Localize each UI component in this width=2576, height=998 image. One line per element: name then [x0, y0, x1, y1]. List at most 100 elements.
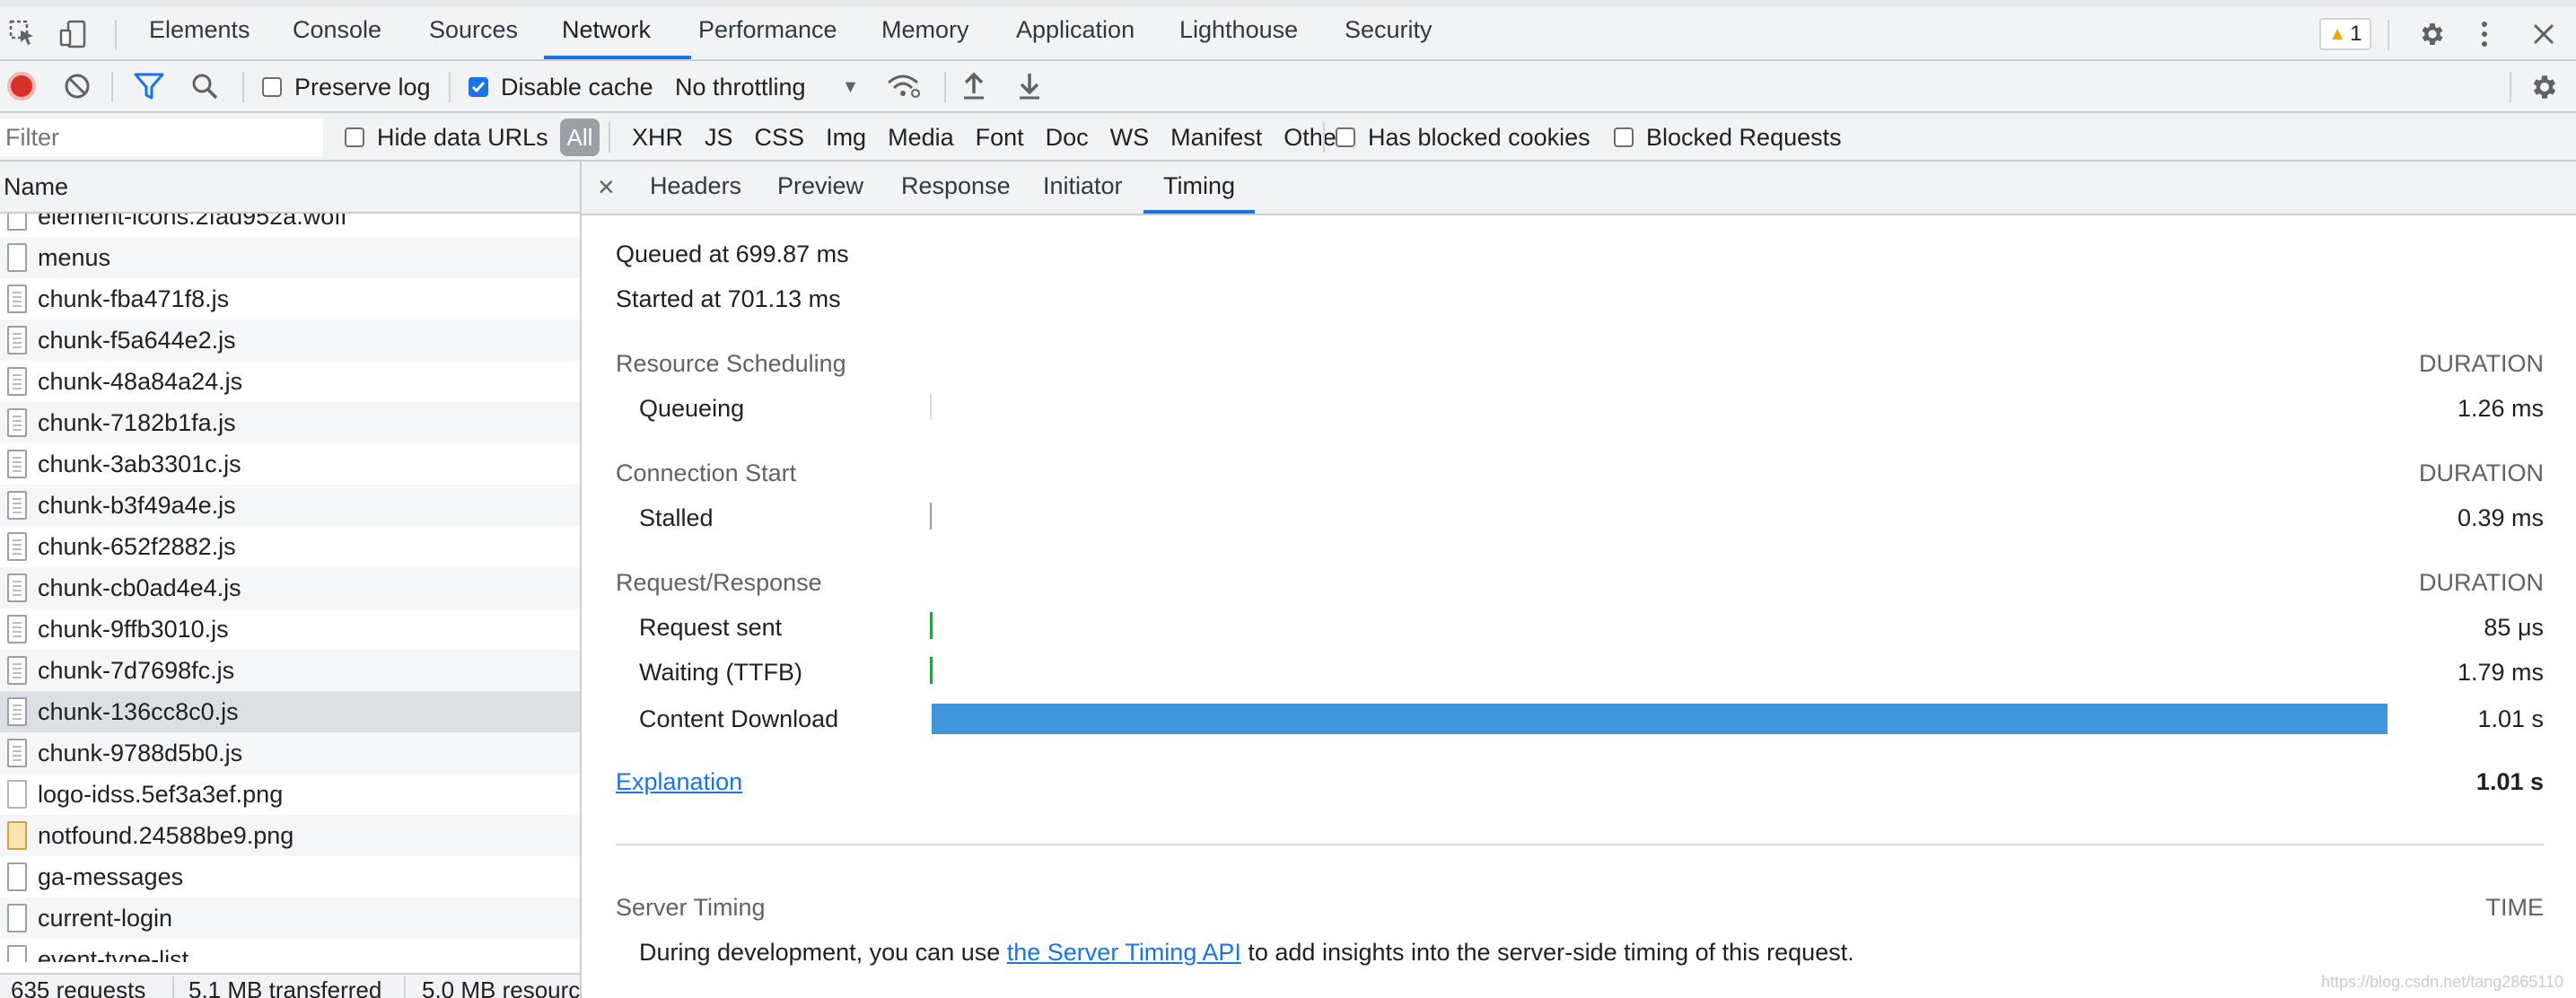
status-requests: 635 requests [11, 976, 146, 998]
timing-row-label: Content Download [639, 705, 839, 732]
timing-row-value: 0.39 ms [2457, 504, 2544, 531]
blocked-requests-checkbox[interactable]: Blocked Requests [1614, 118, 1842, 156]
type-filter-ws[interactable]: WS [1100, 124, 1161, 152]
status-transferred: 5.1 MB transferred [188, 976, 382, 998]
document-file-icon [7, 945, 27, 962]
server-timing-text-before: During development, you can use [639, 939, 1007, 966]
tab-performance[interactable]: Performance [698, 16, 837, 44]
request-name: chunk-7182b1fa.js [38, 408, 236, 436]
type-filter-img[interactable]: Img [815, 124, 877, 152]
type-filter-doc[interactable]: Doc [1035, 124, 1100, 152]
filter-input[interactable] [0, 118, 323, 156]
name-column-header[interactable]: Name [0, 162, 580, 214]
request-row[interactable]: chunk-652f2882.js [0, 526, 580, 567]
request-row[interactable]: logo-idss.5ef3a3ef.png [0, 774, 580, 815]
settings-gear-icon[interactable] [2418, 20, 2447, 48]
request-row[interactable]: menus [0, 237, 580, 278]
detail-tab-response[interactable]: Response [901, 172, 1011, 200]
filter-funnel-icon[interactable] [133, 72, 165, 101]
preserve-log-box[interactable] [262, 77, 282, 97]
more-options-icon[interactable] [2479, 20, 2490, 48]
network-conditions-icon[interactable] [885, 72, 921, 101]
image-file-icon [7, 821, 27, 850]
duration-column-label: DURATION [2419, 569, 2544, 596]
request-name: chunk-7d7698fc.js [38, 656, 235, 684]
explanation-link[interactable]: Explanation [616, 768, 742, 796]
started-at: Started at 701.13 ms [616, 285, 841, 312]
server-timing-api-link[interactable]: the Server Timing API [1007, 939, 1241, 966]
device-toolbar-icon[interactable] [59, 20, 88, 48]
type-filter-js[interactable]: JS [694, 124, 744, 152]
preserve-log-checkbox[interactable]: Preserve log [262, 70, 431, 104]
script-file-icon [7, 615, 27, 643]
has-blocked-cookies-box[interactable] [1336, 127, 1355, 147]
detail-tab-headers[interactable]: Headers [650, 172, 741, 200]
tab-console[interactable]: Console [293, 16, 381, 44]
tab-security[interactable]: Security [1345, 16, 1433, 44]
server-timing-note: During development, you can use the Serv… [639, 939, 1854, 967]
request-row[interactable]: chunk-cb0ad4e4.js [0, 567, 580, 608]
tab-lighthouse[interactable]: Lighthouse [1179, 16, 1298, 44]
detail-tab-timing[interactable]: Timing [1163, 172, 1235, 200]
request-row[interactable]: chunk-7182b1fa.js [0, 402, 580, 443]
request-row[interactable]: chunk-f5a644e2.js [0, 320, 580, 361]
throttling-select[interactable]: No throttling ▼ [675, 70, 859, 104]
tab-sources[interactable]: Sources [429, 16, 518, 44]
record-button[interactable] [7, 72, 36, 101]
clear-icon[interactable] [63, 72, 92, 101]
search-icon[interactable] [190, 72, 219, 101]
disable-cache-box[interactable] [469, 77, 488, 97]
request-row[interactable]: notfound.24588be9.png [0, 815, 580, 856]
request-row[interactable]: ga-messages [0, 856, 580, 897]
timing-section-title: Resource Scheduling [616, 350, 846, 377]
script-file-icon [7, 697, 27, 726]
warning-badge[interactable]: ▲ 1 [2319, 18, 2371, 50]
duration-column-label: DURATION [2419, 460, 2544, 486]
detail-tab-initiator[interactable]: Initiator [1043, 172, 1123, 200]
type-filter-all[interactable]: All [560, 118, 600, 156]
throttling-value: No throttling [675, 73, 806, 101]
request-row[interactable]: chunk-9788d5b0.js [0, 732, 580, 774]
request-row[interactable]: chunk-fba471f8.js [0, 278, 580, 320]
network-settings-gear-icon[interactable] [2529, 72, 2560, 102]
tab-elements[interactable]: Elements [149, 16, 250, 44]
export-har-icon[interactable] [1016, 70, 1043, 101]
disable-cache-checkbox[interactable]: Disable cache [469, 70, 653, 104]
request-row[interactable]: chunk-b3f49a4e.js [0, 485, 580, 526]
server-timing-text-after: to add insights into the server-side tim… [1240, 939, 1854, 966]
type-filter-xhr[interactable]: XHR [621, 124, 694, 152]
type-filter-manifest[interactable]: Manifest [1160, 124, 1273, 152]
filter-bar: Hide data URLs All XHRJSCSSImgMediaFontD… [0, 113, 2576, 162]
request-row[interactable]: chunk-3ab3301c.js [0, 443, 580, 485]
request-row[interactable]: chunk-136cc8c0.js [0, 691, 580, 732]
image-file-icon [7, 780, 27, 809]
has-blocked-cookies-checkbox[interactable]: Has blocked cookies [1336, 118, 1590, 156]
hide-data-urls-box[interactable] [345, 127, 364, 147]
type-filter-media[interactable]: Media [877, 124, 965, 152]
blocked-requests-box[interactable] [1614, 127, 1634, 147]
request-row[interactable]: element-icons.2fad952a.woff [0, 214, 580, 237]
type-filter-font[interactable]: Font [965, 124, 1035, 152]
type-filter-css[interactable]: CSS [744, 124, 816, 152]
timing-row-label: Waiting (TTFB) [639, 659, 802, 686]
preserve-log-label: Preserve log [294, 73, 431, 101]
tab-memory[interactable]: Memory [881, 16, 969, 44]
close-devtools-icon[interactable] [2531, 22, 2556, 47]
document-file-icon [7, 862, 27, 891]
inspect-element-icon[interactable] [9, 20, 36, 47]
hide-data-urls-checkbox[interactable]: Hide data URLs [345, 118, 548, 156]
request-row[interactable]: current-login [0, 897, 580, 939]
tab-application[interactable]: Application [1016, 16, 1135, 44]
request-row[interactable]: chunk-7d7698fc.js [0, 650, 580, 691]
script-file-icon [7, 408, 27, 437]
detail-tab-preview[interactable]: Preview [777, 172, 863, 200]
script-file-icon [7, 739, 27, 767]
import-har-icon[interactable] [960, 70, 987, 101]
request-row[interactable]: event-type-list [0, 939, 580, 962]
timing-section-title: Request/Response [616, 569, 822, 596]
request-row[interactable]: chunk-9ffb3010.js [0, 608, 580, 650]
tab-network[interactable]: Network [562, 16, 651, 44]
close-detail-icon[interactable]: × [598, 171, 615, 204]
request-name: element-icons.2fad952a.woff [38, 214, 347, 230]
request-row[interactable]: chunk-48a84a24.js [0, 361, 580, 402]
